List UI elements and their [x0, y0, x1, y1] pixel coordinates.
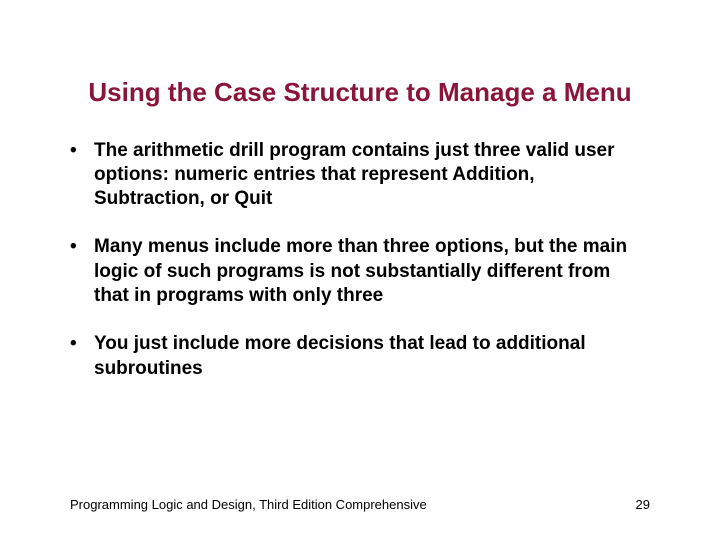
- list-item: Many menus include more than three optio…: [70, 235, 650, 308]
- slide: Using the Case Structure to Manage a Men…: [0, 0, 720, 540]
- footer-source: Programming Logic and Design, Third Edit…: [70, 497, 427, 512]
- page-number: 29: [636, 497, 650, 512]
- bullet-list: The arithmetic drill program contains ju…: [0, 109, 720, 382]
- list-item: You just include more decisions that lea…: [70, 332, 650, 381]
- footer: Programming Logic and Design, Third Edit…: [0, 497, 720, 512]
- list-item: The arithmetic drill program contains ju…: [70, 139, 650, 212]
- slide-title: Using the Case Structure to Manage a Men…: [0, 0, 720, 109]
